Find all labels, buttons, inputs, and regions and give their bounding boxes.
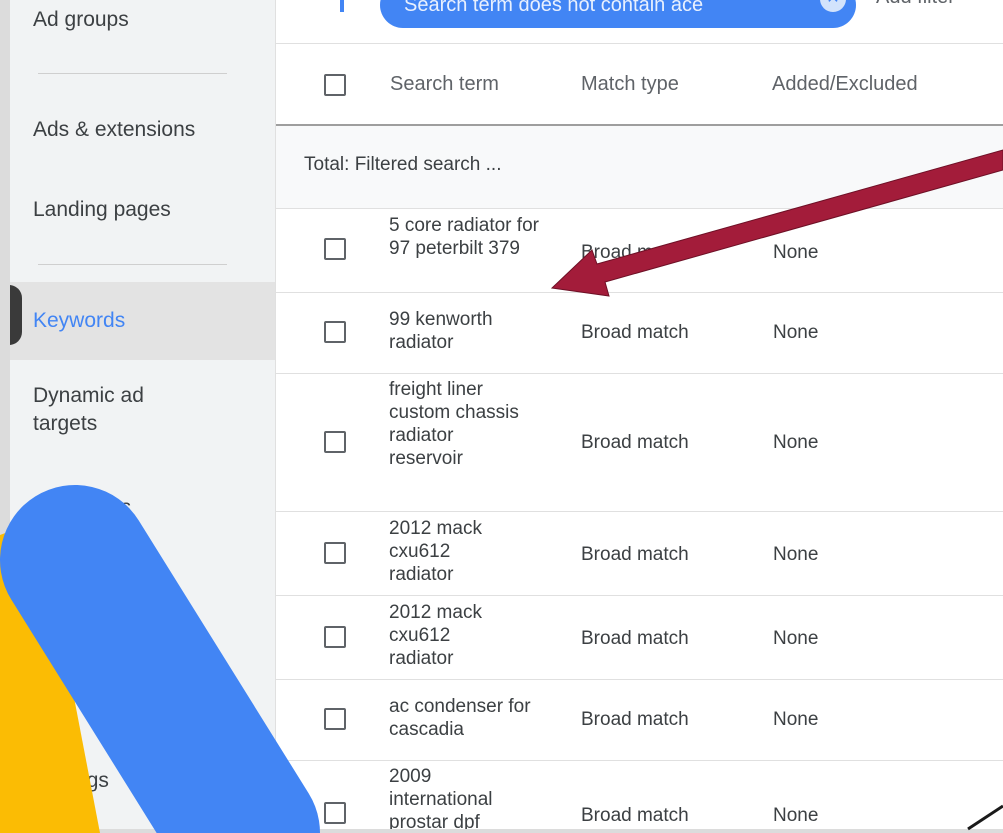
sidebar-item-label: Keywords <box>33 309 126 332</box>
added-excluded-cell: None <box>773 432 819 453</box>
sidebar-item-label: Audiences <box>33 496 132 519</box>
match-type-cell: Broad match <box>581 242 689 263</box>
sidebar-item-demographics[interactable]: Demographics <box>10 574 275 602</box>
close-icon[interactable]: ✕ <box>820 0 846 12</box>
row-checkbox[interactable] <box>324 238 346 260</box>
column-header-added-excluded[interactable]: Added/Excluded <box>772 73 918 96</box>
select-all-checkbox[interactable] <box>324 74 346 96</box>
match-type-cell: Broad match <box>581 805 689 826</box>
row-checkbox[interactable] <box>324 626 346 648</box>
add-filter-icon[interactable] <box>340 0 344 12</box>
table-row: freight liner custom chassis radiator re… <box>276 374 1003 512</box>
sidebar-item-audiences[interactable]: Audiences <box>10 494 275 522</box>
added-excluded-cell: None <box>773 628 819 649</box>
sidebar-item-settings[interactable]: Settings <box>10 767 275 795</box>
sidebar-item-label: Settings <box>33 769 109 792</box>
table-row: ac condenser for cascadia Broad match No… <box>276 680 1003 761</box>
column-header-match-type[interactable]: Match type <box>581 73 679 96</box>
row-checkbox[interactable] <box>324 708 346 730</box>
sidebar-item-keywords[interactable]: Keywords <box>10 282 275 360</box>
filter-bar: Search term does not contain ace ✕ Add f… <box>276 0 1003 44</box>
sidebar-item-ad-groups[interactable]: Ad groups <box>10 6 275 34</box>
search-term-cell: 2009 international prostar dpf <box>389 766 493 829</box>
table-row: 2012 mack cxu612 radiator Broad match No… <box>276 512 1003 596</box>
match-type-cell: Broad match <box>581 322 689 343</box>
filter-chip-label: Search term does not contain ace <box>404 0 704 16</box>
sidebar-item-dynamic-ad-targets[interactable]: Dynamic ad targets <box>10 382 275 438</box>
total-label: Total: Filtered search ... <box>304 154 502 175</box>
column-header-search-term[interactable]: Search term <box>390 73 499 96</box>
added-excluded-cell: None <box>773 544 819 565</box>
add-filter-link[interactable]: Add filter <box>876 0 955 9</box>
search-term-cell: 2012 mack cxu612 radiator <box>389 602 482 669</box>
match-type-cell: Broad match <box>581 628 689 649</box>
added-excluded-cell: None <box>773 322 819 343</box>
table-row: 5 core radiator for 97 peterbilt 379 Bro… <box>276 209 1003 293</box>
added-excluded-cell: None <box>773 805 819 826</box>
sidebar-item-label: Ad groups <box>33 8 129 31</box>
row-checkbox[interactable] <box>324 321 346 343</box>
sidebar-item-ads-extensions[interactable]: Ads & extensions <box>10 116 275 144</box>
main-panel: Search term does not contain ace ✕ Add f… <box>276 0 1003 829</box>
row-checkbox[interactable] <box>324 802 346 824</box>
sidebar-item-label: Demographics <box>33 576 169 599</box>
filter-chip[interactable]: Search term does not contain ace ✕ <box>380 0 856 28</box>
table-row: 2012 mack cxu612 radiator Broad match No… <box>276 596 1003 680</box>
match-type-cell: Broad match <box>581 544 689 565</box>
sidebar-item-label: Dynamic ad targets <box>33 384 144 435</box>
search-term-cell: freight liner custom chassis radiator re… <box>389 379 519 469</box>
added-excluded-cell: None <box>773 242 819 263</box>
search-term-cell: 99 kenworth radiator <box>389 309 493 353</box>
search-term-cell: 2012 mack cxu612 radiator <box>389 518 482 585</box>
match-type-cell: Broad match <box>581 709 689 730</box>
ads-window: Ad groups Ads & extensions Landing pages… <box>10 0 1003 829</box>
search-term-cell: ac condenser for cascadia <box>389 696 531 740</box>
sidebar-item-label: Ads & extensions <box>33 118 196 141</box>
search-term-cell: 5 core radiator for 97 peterbilt 379 <box>389 215 539 259</box>
sidebar-item-landing-pages[interactable]: Landing pages <box>10 196 275 224</box>
table-header: Search term Match type Added/Excluded <box>276 44 1003 126</box>
row-checkbox[interactable] <box>324 431 346 453</box>
divider <box>38 73 227 74</box>
table-row: 2009 international prostar dpf Broad mat… <box>276 761 1003 829</box>
match-type-cell: Broad match <box>581 432 689 453</box>
collapse-handle[interactable] <box>10 285 22 345</box>
sidebar-item-label: Landing pages <box>33 198 171 221</box>
table-row: 99 kenworth radiator Broad match None <box>276 293 1003 374</box>
divider <box>38 264 227 265</box>
total-row: Total: Filtered search ... <box>276 126 1003 209</box>
added-excluded-cell: None <box>773 709 819 730</box>
sidebar: Ad groups Ads & extensions Landing pages… <box>10 0 276 829</box>
row-checkbox[interactable] <box>324 542 346 564</box>
